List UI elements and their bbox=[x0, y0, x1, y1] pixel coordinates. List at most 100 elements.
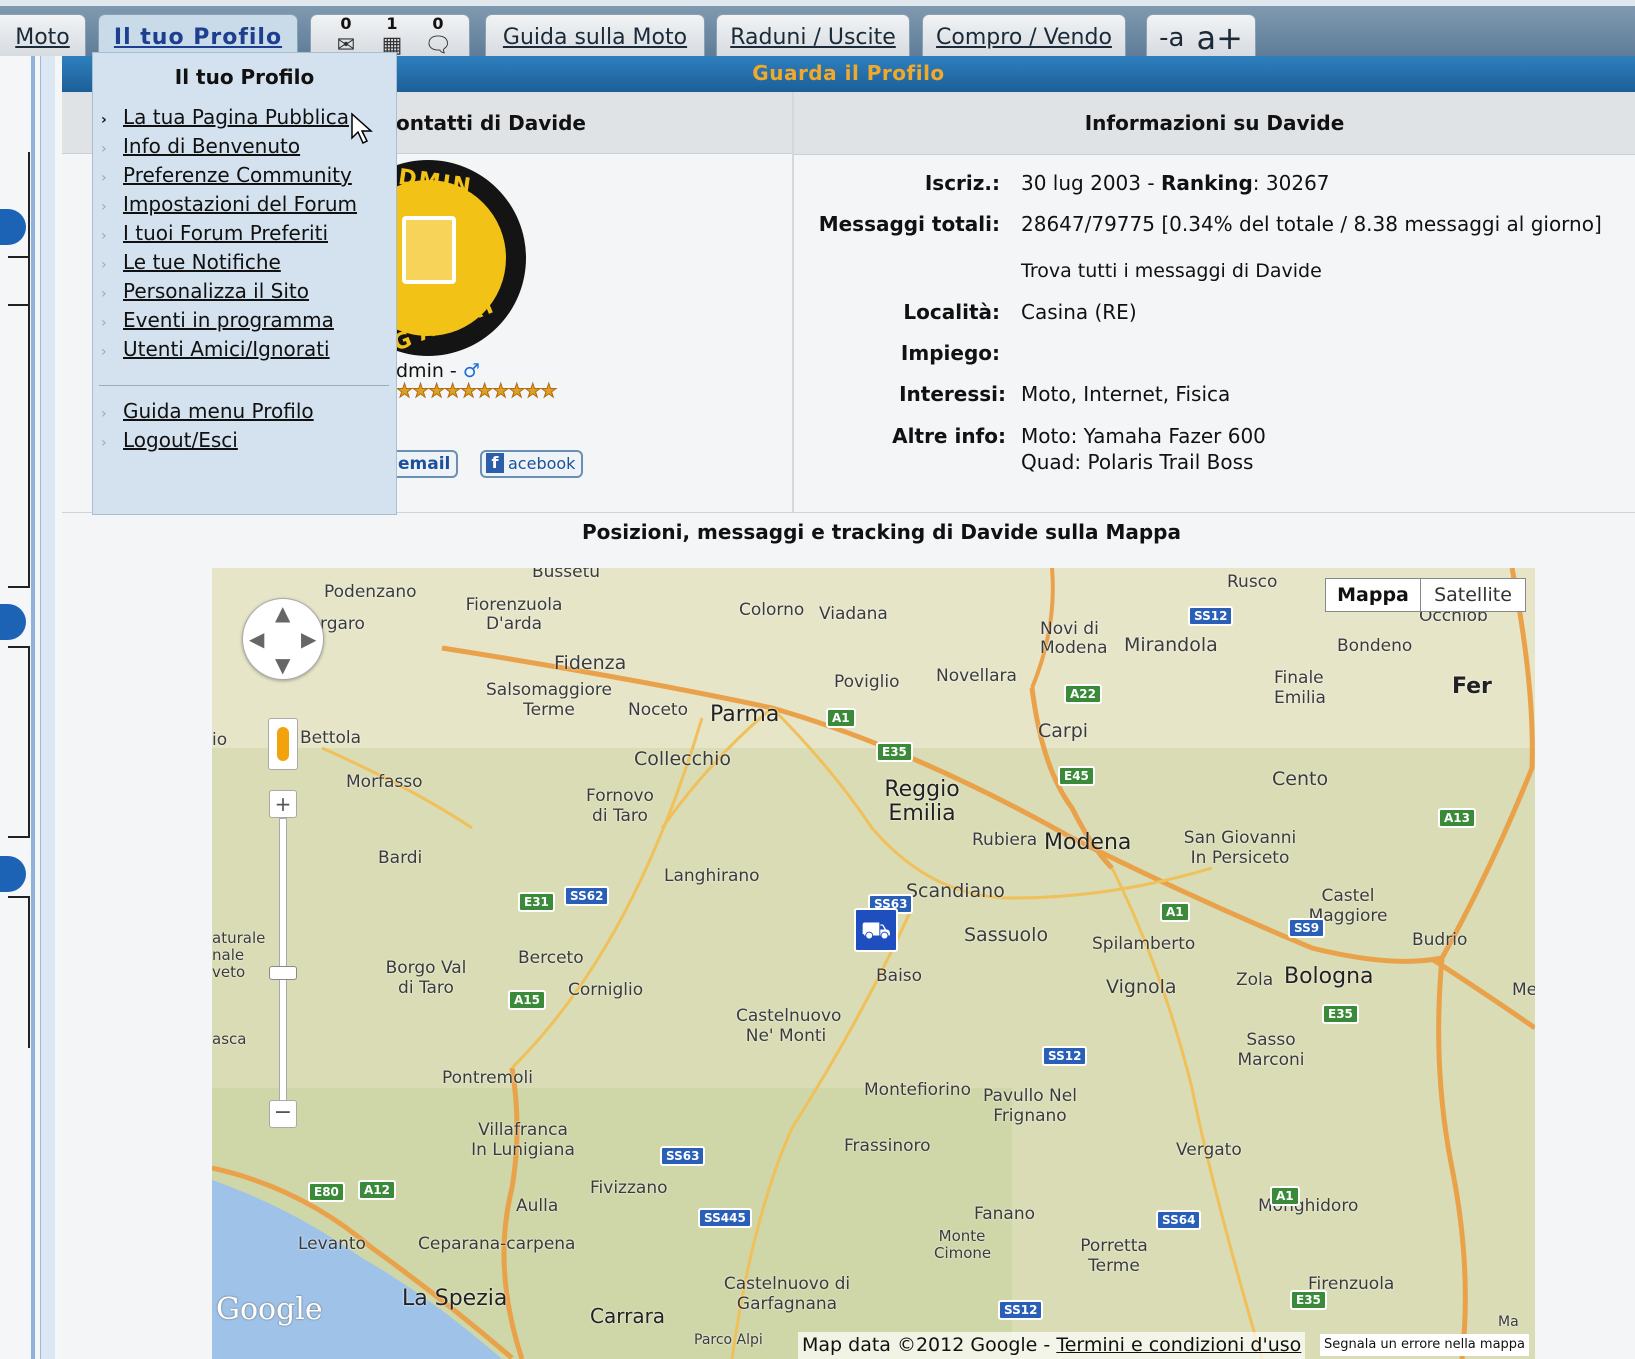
road-shield: SS12 bbox=[1188, 606, 1234, 626]
terms-link[interactable]: Termini e condizioni d'uso bbox=[1056, 1334, 1301, 1356]
map-label: Noceto bbox=[628, 700, 688, 720]
map-label: Collecchio bbox=[634, 748, 731, 770]
tab-raduni-uscite[interactable]: Raduni / Uscite bbox=[716, 14, 910, 60]
road-shield: E31 bbox=[518, 892, 555, 912]
road-shield: SS12 bbox=[1042, 1046, 1088, 1066]
menu-item-preferenze-community[interactable]: › Preferenze Community bbox=[101, 163, 352, 187]
map-label: Pontremoli bbox=[442, 1068, 533, 1088]
report-map-error-link[interactable]: Segnala un errore nella mappa bbox=[1320, 1334, 1530, 1356]
road-shield: SS64 bbox=[1156, 1210, 1202, 1230]
map-label: Ma bbox=[1498, 1314, 1519, 1330]
zoom-out-button[interactable]: − bbox=[269, 1100, 297, 1128]
zoom-slider-handle[interactable] bbox=[269, 966, 297, 980]
menu-item-label: Impostazioni del Forum bbox=[123, 192, 358, 216]
facebook-label: acebook bbox=[508, 454, 576, 473]
tab-guida-sulla-moto[interactable]: Guida sulla Moto bbox=[485, 14, 705, 60]
map-pan-control[interactable]: ▲ ◀ ▶ ▼ bbox=[242, 598, 324, 680]
interessi-value: Moto, Internet, Fisica bbox=[1021, 382, 1231, 406]
road-shield: A12 bbox=[358, 1180, 396, 1200]
mouse-cursor-icon bbox=[351, 112, 373, 145]
menu-item-logout[interactable]: › Logout/Esci bbox=[101, 428, 238, 452]
pan-right-icon[interactable]: ▶ bbox=[301, 627, 316, 651]
chat-counter[interactable]: 0 🗨 bbox=[420, 14, 456, 57]
map-label: Castelnuovo Ne' Monti bbox=[736, 1006, 842, 1046]
chevron-right-icon: › bbox=[101, 286, 107, 302]
chevron-right-icon: › bbox=[101, 257, 107, 273]
find-all-posts-link[interactable]: Trova tutti i messaggi di Davide bbox=[1021, 260, 1322, 282]
map-label: io bbox=[212, 730, 228, 750]
menu-item-label: Logout/Esci bbox=[123, 428, 238, 452]
menu-item-label: I tuoi Forum Preferiti bbox=[123, 221, 329, 245]
sidebar-divider bbox=[31, 56, 35, 1359]
map-label: Baiso bbox=[876, 966, 923, 986]
font-increase-button[interactable]: a+ bbox=[1196, 19, 1242, 57]
map-type-satellite-button[interactable]: Satellite bbox=[1420, 578, 1526, 612]
altre-info-quad: Quad: Polaris Trail Boss bbox=[1021, 450, 1254, 474]
menu-item-utenti-amici[interactable]: › Utenti Amici/Ignorati bbox=[101, 337, 330, 361]
menu-divider bbox=[99, 385, 389, 386]
sidebar-tab-marker[interactable] bbox=[0, 856, 26, 892]
street-view-pegman[interactable] bbox=[268, 718, 298, 770]
road-shield: A22 bbox=[1064, 684, 1102, 704]
sidebar-bracket bbox=[8, 646, 30, 838]
chat-bubble-icon: 🗨 bbox=[424, 33, 452, 58]
map-label: Aulla bbox=[516, 1196, 559, 1216]
map-label: Levanto bbox=[298, 1234, 366, 1254]
menu-item-label: Info di Benvenuto bbox=[123, 134, 301, 158]
menu-item-label: Preferenze Community bbox=[123, 163, 352, 187]
iscriz-row: 30 lug 2003 - Ranking: 30267 bbox=[1021, 171, 1330, 195]
map-label: Fiorenzuola D'arda bbox=[465, 595, 563, 634]
facebook-button[interactable]: f acebook bbox=[480, 450, 584, 478]
tab-compro-vendo[interactable]: Compro / Vendo bbox=[922, 14, 1126, 60]
zoom-in-button[interactable]: + bbox=[269, 790, 297, 818]
localita-value: Casina (RE) bbox=[1021, 300, 1137, 324]
chevron-right-icon: › bbox=[101, 315, 107, 331]
map-label: Castelnuovo di Garfagnana bbox=[723, 1274, 851, 1314]
tab-raduni-label: Raduni / Uscite bbox=[730, 25, 896, 50]
menu-item-personalizza-sito[interactable]: › Personalizza il Sito bbox=[101, 279, 309, 303]
chevron-right-icon: › bbox=[101, 228, 107, 244]
menu-item-label: Le tue Notifiche bbox=[123, 250, 281, 274]
font-decrease-button[interactable]: -a bbox=[1159, 23, 1184, 53]
map-label: Vignola bbox=[1106, 976, 1177, 998]
menu-item-notifiche[interactable]: › Le tue Notifiche bbox=[101, 250, 281, 274]
tab-moto-label: Moto bbox=[15, 25, 70, 50]
contacts-header-label: ontatti di Davide bbox=[396, 110, 586, 135]
info-header-label: Informazioni su Davide bbox=[1084, 111, 1345, 135]
map-label: Reggio Emilia bbox=[884, 777, 960, 826]
map-label: Novellara bbox=[936, 666, 1017, 686]
pan-left-icon[interactable]: ◀ bbox=[249, 627, 264, 651]
menu-item-forum-preferiti[interactable]: › I tuoi Forum Preferiti bbox=[101, 221, 328, 245]
info-header: Informazioni su Davide bbox=[794, 92, 1635, 155]
map[interactable]: Bussetu Podenzano Fiorenzuola D'arda Col… bbox=[212, 568, 1535, 1359]
dropdown-title: Il tuo Profilo bbox=[174, 65, 315, 89]
events-counter[interactable]: 1 ▦ bbox=[374, 14, 410, 57]
menu-item-info-benvenuto[interactable]: › Info di Benvenuto bbox=[101, 134, 300, 158]
map-label: Pavullo Nel Frignano bbox=[983, 1086, 1077, 1126]
map-label: Fidenza bbox=[554, 652, 627, 674]
menu-item-pagina-pubblica[interactable]: › La tua Pagina Pubblica bbox=[101, 105, 349, 129]
sidebar-tab-marker[interactable] bbox=[0, 604, 26, 640]
pan-down-icon[interactable]: ▼ bbox=[275, 653, 290, 677]
map-label: Fivizzano bbox=[590, 1178, 668, 1198]
map-label: Carpi bbox=[1038, 720, 1089, 742]
tab-moto[interactable]: Moto bbox=[0, 14, 86, 60]
map-label: Modena bbox=[1044, 830, 1132, 855]
chevron-right-icon: › bbox=[101, 435, 107, 451]
menu-item-eventi[interactable]: › Eventi in programma bbox=[101, 308, 334, 332]
pan-up-icon[interactable]: ▲ bbox=[275, 601, 290, 625]
beer-mug-icon bbox=[402, 216, 456, 284]
motorcycle-marker-icon[interactable]: ⛟ bbox=[854, 908, 898, 952]
menu-item-impostazioni-forum[interactable]: › Impostazioni del Forum bbox=[101, 192, 357, 216]
map-label: Bondeno bbox=[1337, 636, 1413, 656]
menu-item-guida-menu[interactable]: › Guida menu Profilo bbox=[101, 399, 314, 423]
iscriz-value: 30 lug 2003 bbox=[1021, 171, 1141, 195]
map-data-credit: Map data ©2012 Google - bbox=[802, 1334, 1051, 1356]
road-shield: E35 bbox=[1322, 1004, 1359, 1024]
menu-item-label: La tua Pagina Pubblica bbox=[123, 105, 349, 129]
map-type-map-button[interactable]: Mappa bbox=[1325, 578, 1421, 612]
font-size-controls: -a a+ bbox=[1146, 14, 1256, 60]
map-label: Rubiera bbox=[972, 830, 1038, 850]
chevron-right-icon: › bbox=[101, 199, 107, 215]
messages-counter[interactable]: 0 ✉ bbox=[328, 14, 364, 57]
